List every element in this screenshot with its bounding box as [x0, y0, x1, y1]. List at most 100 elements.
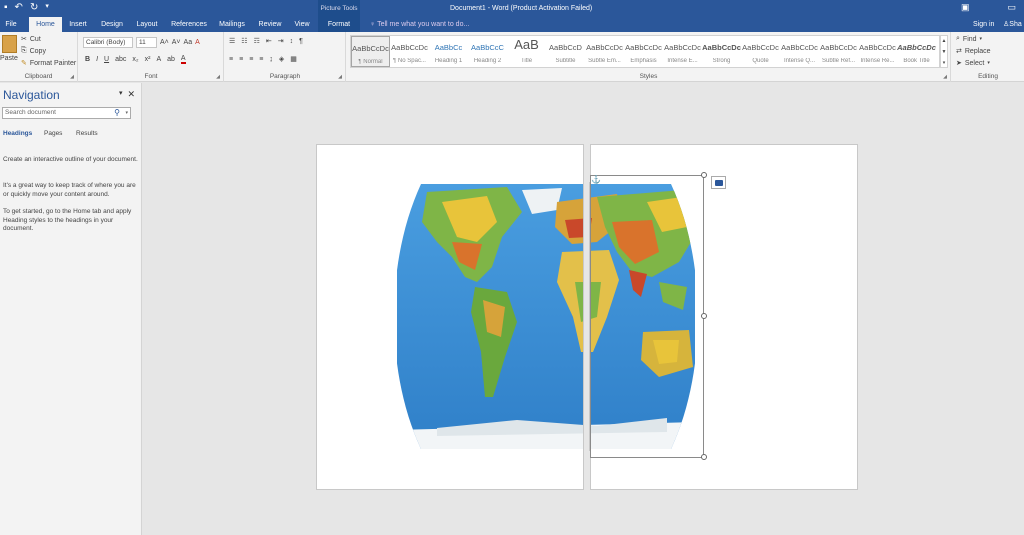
style-11[interactable]: AaBbCcDc Intense Q... [780, 36, 819, 67]
style-preview: AaBbCcDc [742, 43, 779, 52]
sign-in-link[interactable]: Sign in [973, 17, 994, 32]
sort-icon[interactable]: ↕ [290, 38, 294, 45]
font-name-select[interactable]: Calibri (Body) [83, 37, 133, 48]
tab-mailings[interactable]: Mailings [214, 17, 250, 32]
layout-options-button[interactable] [711, 176, 726, 189]
tab-view[interactable]: View [289, 17, 315, 32]
shrink-font-icon[interactable]: A˅ [172, 39, 181, 46]
chevron-down-icon[interactable]: ▾ [125, 108, 128, 118]
customize-qat-icon[interactable]: ▾ [45, 2, 49, 13]
borders-icon[interactable]: ▦ [290, 55, 297, 63]
tab-format[interactable]: Format [318, 17, 360, 32]
styles-scroll[interactable]: ▲ ▼ ▾ [940, 35, 948, 68]
tab-insert[interactable]: Insert [64, 17, 92, 32]
redo-icon[interactable]: ↻ [30, 2, 38, 13]
tab-design[interactable]: Design [97, 17, 127, 32]
change-case-icon[interactable]: Aa [184, 39, 193, 46]
tab-file[interactable]: File [0, 17, 22, 32]
select-button[interactable]: ➤ Select ▾ [956, 59, 990, 68]
clipboard-launcher-icon[interactable]: ◢ [70, 74, 74, 80]
style-5[interactable]: AaBbCcD Subtitle [546, 36, 585, 67]
clear-formatting-icon[interactable]: A [195, 39, 200, 46]
resize-handle-right[interactable] [701, 313, 707, 319]
align-center-icon[interactable]: ≡ [239, 56, 243, 63]
undo-icon[interactable]: ↶ [15, 2, 23, 13]
resize-handle-bottom-right[interactable] [701, 454, 707, 460]
styles-gallery: AaBbCcDc ¶ Normal AaBbCcDc ¶ No Spac... AaBb… [350, 35, 940, 68]
paste-button[interactable]: Paste [0, 55, 18, 62]
style-8[interactable]: AaBbCcDc Intense E... [663, 36, 702, 67]
style-3[interactable]: AaBbCcC Heading 2 [468, 36, 507, 67]
pane-options-icon[interactable]: ▾ [119, 89, 123, 100]
strikethrough-icon[interactable]: abc [115, 56, 126, 63]
style-0[interactable]: AaBbCcDc ¶ Normal [351, 36, 390, 67]
bold-icon[interactable]: B [85, 56, 90, 63]
replace-button[interactable]: ⇄ Replace [956, 47, 991, 56]
share-button[interactable]: ♙Sha [1003, 17, 1022, 32]
search-icon[interactable]: ⚲ [114, 108, 120, 118]
clipboard-group: Paste ✂ Cut ⎘ Copy ✎ Format Painter Clipboa… [0, 32, 78, 82]
tab-pages[interactable]: Pages [44, 130, 62, 137]
font-size-select[interactable]: 11 [136, 37, 157, 48]
italic-icon[interactable]: I [96, 56, 98, 63]
paste-icon[interactable] [2, 35, 17, 53]
text-effects-icon[interactable]: A [156, 56, 161, 63]
paragraph-launcher-icon[interactable]: ◢ [338, 74, 342, 80]
search-document-input[interactable]: Search document ⚲ ▾ [2, 107, 131, 119]
ribbon-display-options-icon[interactable]: ▣ [961, 2, 970, 13]
search-icon: ⌕ [956, 35, 960, 42]
align-left-icon[interactable]: ≡ [229, 56, 233, 63]
find-button[interactable]: ⌕ Find ▾ [956, 35, 982, 43]
font-launcher-icon[interactable]: ◢ [216, 74, 220, 80]
style-2[interactable]: AaBbCc Heading 1 [429, 36, 468, 67]
numbering-icon[interactable]: ☷ [241, 37, 247, 45]
resize-handle-top-right[interactable] [701, 172, 707, 178]
style-preview: AaBbCcDc [897, 43, 936, 52]
style-7[interactable]: AaBbCcDc Emphasis [624, 36, 663, 67]
style-14[interactable]: AaBbCcDc Book Title [897, 36, 936, 67]
tab-references[interactable]: References [168, 17, 210, 32]
underline-icon[interactable]: U [104, 56, 109, 63]
close-icon[interactable]: ✕ [128, 89, 136, 100]
style-1[interactable]: AaBbCcDc ¶ No Spac... [390, 36, 429, 67]
style-13[interactable]: AaBbCcDc Intense Re... [858, 36, 897, 67]
style-name: Emphasis [630, 58, 657, 64]
style-name: Book Title [903, 58, 930, 64]
tab-results[interactable]: Results [76, 130, 98, 137]
style-12[interactable]: AaBbCcDc Subtle Ref... [819, 36, 858, 67]
document-title: Document1 - Word (Product Activation Fai… [450, 5, 593, 12]
justify-icon[interactable]: ≡ [259, 56, 263, 63]
tab-layout[interactable]: Layout [132, 17, 162, 32]
grow-font-icon[interactable]: A˄ [160, 39, 169, 46]
style-4[interactable]: AaB Title [507, 36, 546, 67]
style-6[interactable]: AaBbCcDc Subtle Em... [585, 36, 624, 67]
cut-button[interactable]: ✂ Cut [21, 35, 41, 44]
decrease-indent-icon[interactable]: ⇤ [266, 37, 272, 45]
save-icon[interactable]: ▪ [4, 2, 8, 13]
style-preview: AaBbCcC [471, 43, 504, 52]
tell-me-box[interactable]: ♀ Tell me what you want to do... [370, 17, 469, 32]
multilevel-list-icon[interactable]: ☶ [254, 37, 260, 45]
superscript-icon[interactable]: x² [145, 56, 151, 63]
line-spacing-icon[interactable]: ↨ [269, 56, 273, 63]
subscript-icon[interactable]: x₂ [132, 56, 138, 63]
shading-icon[interactable]: ◈ [279, 55, 284, 63]
picture-tools-header: Picture Tools [318, 0, 360, 17]
tab-headings[interactable]: Headings [3, 130, 32, 137]
highlight-icon[interactable]: ab [167, 56, 175, 63]
copy-button[interactable]: ⎘ Copy [21, 47, 46, 55]
style-9[interactable]: AaBbCcDc Strong [702, 36, 741, 67]
align-right-icon[interactable]: ≡ [249, 56, 253, 63]
brush-icon: ✎ [21, 60, 27, 67]
styles-launcher-icon[interactable]: ◢ [943, 74, 947, 80]
bullets-icon[interactable]: ☰ [229, 37, 235, 45]
style-10[interactable]: AaBbCcDc Quote [741, 36, 780, 67]
tab-review[interactable]: Review [255, 17, 285, 32]
style-name: ¶ Normal [358, 59, 383, 65]
font-color-icon[interactable]: A [180, 55, 186, 64]
increase-indent-icon[interactable]: ⇥ [278, 37, 284, 45]
restore-window-icon[interactable]: ▭ [1007, 2, 1016, 13]
tab-home[interactable]: Home [29, 17, 62, 32]
format-painter-button[interactable]: ✎ Format Painter [21, 59, 76, 68]
show-formatting-icon[interactable]: ¶ [299, 38, 303, 45]
